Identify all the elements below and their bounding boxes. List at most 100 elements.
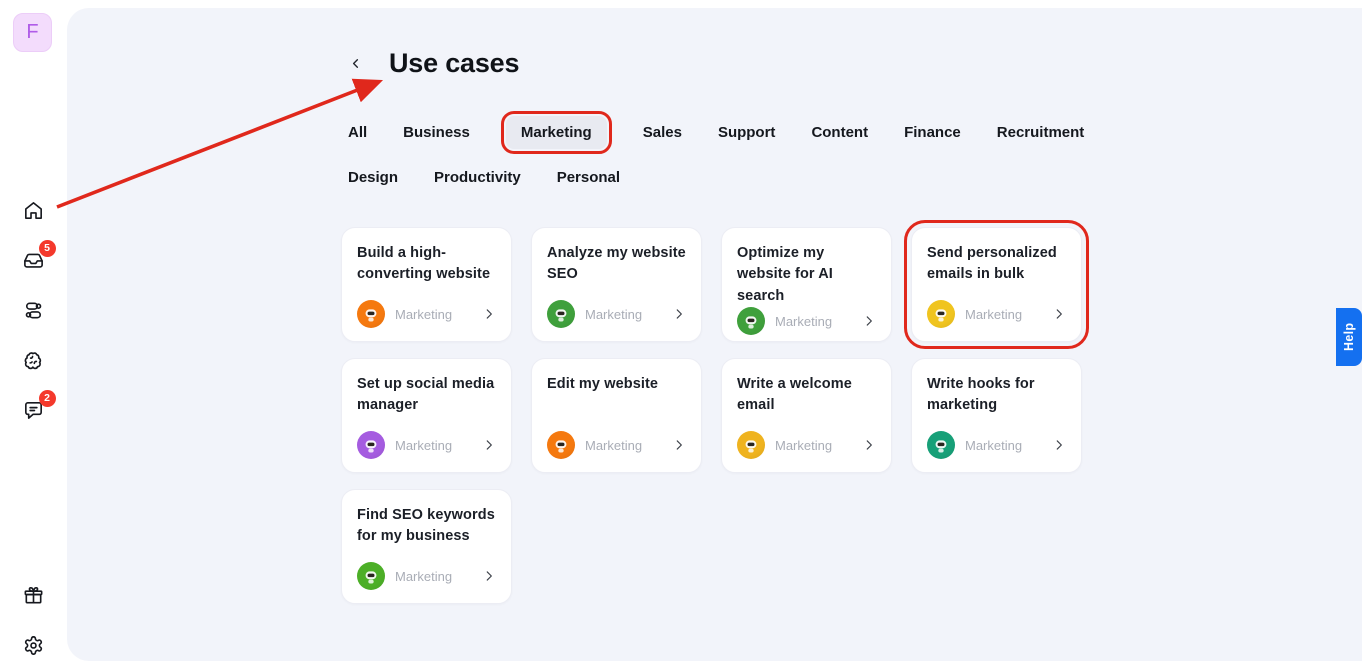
sidebar-item-gift[interactable] (21, 583, 47, 607)
agent-avatar (547, 300, 575, 328)
card-footer: Marketing (357, 562, 496, 590)
robot-icon (365, 440, 377, 453)
category-label: Marketing (395, 437, 453, 453)
card-footer: Marketing (927, 431, 1066, 459)
agent-avatar (357, 431, 385, 459)
toggles-icon (22, 299, 45, 322)
chat-badge: 2 (38, 390, 56, 407)
card-title: Optimize my website for AI search (737, 245, 833, 304)
chevron-right-icon[interactable] (1052, 438, 1066, 452)
inbox-badge: 5 (38, 240, 56, 257)
robot-icon (745, 440, 757, 453)
sidebar-nav-bottom (0, 583, 67, 657)
sidebar-item-toggles[interactable] (21, 298, 47, 322)
sidebar-nav-top: 5 2 (0, 198, 67, 422)
sidebar-item-chat[interactable]: 2 (21, 390, 56, 422)
agent-avatar (357, 562, 385, 590)
chevron-right-icon[interactable] (1052, 307, 1066, 321)
tab-marketing[interactable]: Marketing (500, 111, 612, 154)
sidebar-item-home[interactable] (21, 198, 47, 222)
tab-all[interactable]: All (348, 116, 367, 149)
use-case-card[interactable]: Send personalized emails in bulk Marketi… (904, 220, 1089, 349)
card-title: Send personalized emails in bulk (927, 245, 1057, 283)
gear-icon (22, 634, 45, 657)
robot-icon (365, 309, 377, 322)
agent-avatar (547, 431, 575, 459)
agent-avatar (927, 300, 955, 328)
robot-icon (935, 309, 947, 322)
home-icon (22, 199, 45, 222)
tab-sales[interactable]: Sales (643, 116, 682, 149)
sidebar-item-inbox[interactable]: 5 (21, 240, 56, 272)
category-label: Marketing (395, 568, 453, 584)
tab-productivity[interactable]: Productivity (434, 161, 521, 194)
card-title: Find SEO keywords for my business (357, 507, 495, 545)
help-button-label: Help (1342, 322, 1356, 352)
use-case-grid: Build a high-converting website Marketin… (341, 220, 1089, 604)
category-label: Marketing (775, 313, 833, 329)
tab-row: Design Productivity Personal (348, 161, 1048, 194)
use-case-card[interactable]: Write hooks for marketing Marketing (911, 358, 1082, 473)
card-footer: Marketing (547, 300, 686, 328)
robot-icon (555, 440, 567, 453)
agent-avatar (737, 431, 765, 459)
card-title: Write a welcome email (737, 376, 852, 414)
sidebar: F 5 2 (0, 0, 67, 671)
card-footer: Marketing (737, 431, 876, 459)
brain-icon (22, 349, 45, 372)
chevron-right-icon[interactable] (482, 569, 496, 583)
app-root: F 5 2 Use cases All Business Marketing S… (0, 0, 1362, 671)
card-title: Set up social media manager (357, 376, 495, 414)
category-label: Marketing (775, 437, 833, 453)
card-title: Write hooks for marketing (927, 376, 1035, 414)
robot-icon (935, 440, 947, 453)
category-label: Marketing (395, 306, 453, 322)
category-label: Marketing (585, 306, 643, 322)
category-tabs: All Business Marketing Sales Support Content F… (348, 111, 1084, 194)
card-footer: Marketing (357, 431, 496, 459)
chevron-right-icon[interactable] (482, 438, 496, 452)
agent-avatar (737, 307, 765, 336)
back-button[interactable] (348, 56, 363, 71)
tab-support[interactable]: Support (718, 116, 776, 149)
use-case-card[interactable]: Optimize my website for AI search Market… (721, 227, 892, 342)
use-case-card[interactable]: Edit my website Marketing (531, 358, 702, 473)
tab-business[interactable]: Business (403, 116, 470, 149)
tab-design[interactable]: Design (348, 161, 398, 194)
help-button[interactable]: Help (1336, 308, 1362, 366)
chevron-right-icon[interactable] (672, 438, 686, 452)
chevron-right-icon[interactable] (482, 307, 496, 321)
category-label: Marketing (585, 437, 643, 453)
sidebar-item-settings[interactable] (21, 633, 47, 657)
tab-content[interactable]: Content (811, 116, 868, 149)
robot-icon (555, 309, 567, 322)
card-title: Analyze my website SEO (547, 245, 686, 283)
use-case-card[interactable]: Find SEO keywords for my business Market… (341, 489, 512, 604)
use-case-card[interactable]: Analyze my website SEO Marketing (531, 227, 702, 342)
page-header: Use cases (348, 48, 520, 79)
chevron-right-icon[interactable] (672, 307, 686, 321)
card-title: Edit my website (547, 376, 659, 392)
sidebar-item-brain[interactable] (21, 348, 47, 372)
page-title: Use cases (389, 48, 520, 78)
category-label: Marketing (965, 306, 1023, 322)
tab-row: All Business Marketing Sales Support Content F… (348, 111, 1084, 154)
user-avatar[interactable]: F (13, 13, 52, 52)
card-footer: Marketing (547, 431, 686, 459)
use-case-card[interactable]: Build a high-converting website Marketin… (341, 227, 512, 342)
chevron-left-icon (348, 56, 363, 71)
use-case-card[interactable]: Set up social media manager Marketing (341, 358, 512, 473)
chevron-right-icon[interactable] (862, 438, 876, 452)
category-label: Marketing (965, 437, 1023, 453)
use-case-card[interactable]: Write a welcome email Marketing (721, 358, 892, 473)
tab-personal[interactable]: Personal (557, 161, 620, 194)
agent-avatar (357, 300, 385, 328)
card-footer: Marketing (357, 300, 496, 328)
tab-recruitment[interactable]: Recruitment (997, 116, 1085, 149)
card-footer: Marketing (737, 307, 876, 336)
agent-avatar (927, 431, 955, 459)
card-footer: Marketing (927, 300, 1066, 328)
robot-icon (745, 316, 757, 329)
chevron-right-icon[interactable] (862, 314, 876, 328)
tab-finance[interactable]: Finance (904, 116, 961, 149)
